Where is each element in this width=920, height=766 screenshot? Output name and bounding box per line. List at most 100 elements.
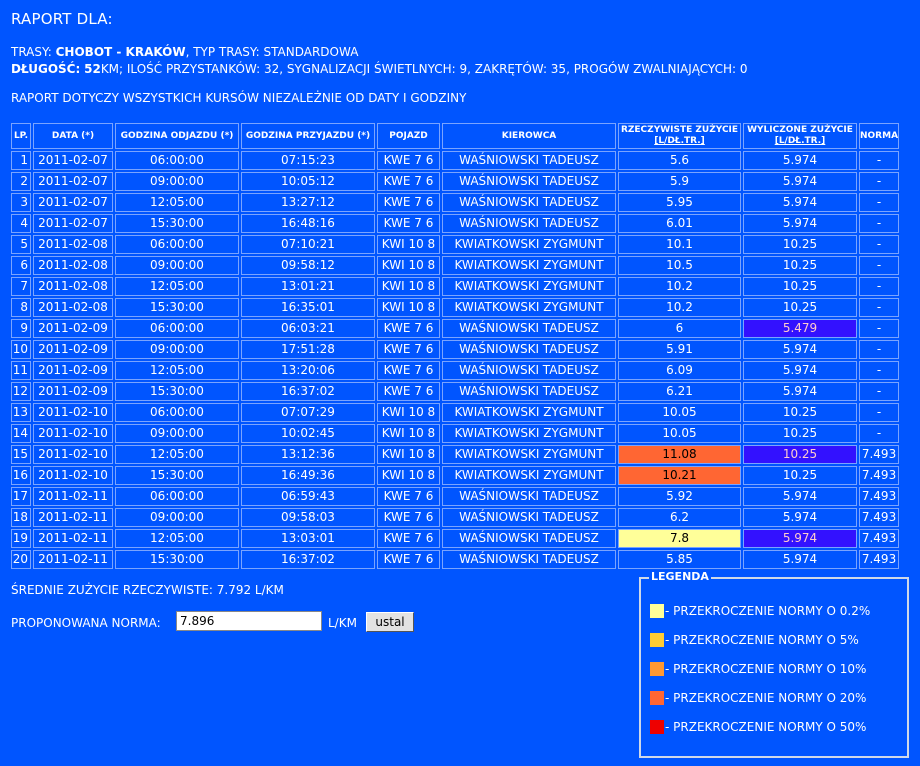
cell-vehicle: KWE 7 6 [377,529,440,548]
cell-norm: - [859,172,900,191]
cell-norm: - [859,319,900,338]
cell-driver: WAŚNIOWSKI TADEUSZ [442,151,616,170]
cell-departure: 09:00:00 [115,172,239,191]
cell-driver: WAŚNIOWSKI TADEUSZ [442,550,616,569]
cell-actual-usage: 10.5 [618,256,741,275]
cell-vehicle: KWE 7 6 [377,550,440,569]
legend-label: - PRZEKROCZENIE NORMY O 10% [665,662,867,676]
cell-calculated-usage: 10.25 [743,277,857,296]
table-row: 8 2011-02-08 15:30:00 16:35:01 KWI 10 8 KWIAT… [11,298,900,317]
legend-swatch [650,632,664,647]
cell-vehicle: KWE 7 6 [377,319,440,338]
table-row: 17 2011-02-11 06:00:00 06:59:43 KWE 7 6 WAŚNI… [11,487,900,506]
legend-label: - PRZEKROCZENIE NORMY O 50% [665,720,867,734]
cell-departure: 15:30:00 [115,466,239,485]
cell-actual-usage: 10.05 [618,424,741,443]
cell-date: 2011-02-10 [33,424,113,443]
cell-departure: 15:30:00 [115,382,239,401]
legend-swatch [650,690,664,705]
col-header-actual-usage-unit: [L/DŁ.TR.] [654,136,705,146]
table-row: 1 2011-02-07 06:00:00 07:15:23 KWE 7 6 WAŚNIO… [11,151,900,170]
col-header-departure: GODZINA ODJAZDU (*) [115,123,239,149]
cell-date: 2011-02-11 [33,508,113,527]
cell-actual-usage: 5.85 [618,550,741,569]
cell-actual-usage: 6 [618,319,741,338]
cell-norm: - [859,193,900,212]
cell-actual-usage: 10.1 [618,235,741,254]
cell-vehicle: KWI 10 8 [377,277,440,296]
cell-date: 2011-02-10 [33,466,113,485]
cell-vehicle: KWE 7 6 [377,214,440,233]
cell-norm: 7.493 [859,445,900,464]
table-row: 2 2011-02-07 09:00:00 10:05:12 KWE 7 6 WAŚNIO… [11,172,900,191]
cell-departure: 06:00:00 [115,319,239,338]
cell-driver: KWIATKOWSKI ZYGMUNT [442,277,616,296]
cell-lp: 16 [11,466,31,485]
cell-departure: 12:05:00 [115,361,239,380]
table-row: 12 2011-02-09 15:30:00 16:37:02 KWE 7 6 WAŚNI… [11,382,900,401]
cell-departure: 12:05:00 [115,277,239,296]
cell-actual-usage: 5.6 [618,151,741,170]
cell-departure: 15:30:00 [115,298,239,317]
cell-lp: 19 [11,529,31,548]
cell-arrival: 06:59:43 [241,487,375,506]
proposed-norm-input[interactable] [176,611,322,631]
cell-calculated-usage: 5.974 [743,361,857,380]
cell-calculated-usage: 10.25 [743,466,857,485]
cell-arrival: 13:27:12 [241,193,375,212]
average-usage: ŚREDNIE ZUŻYCIE RZECZYWISTE: 7.792 L/KM [11,583,284,597]
cell-actual-usage: 10.2 [618,298,741,317]
cell-departure: 09:00:00 [115,256,239,275]
table-row: 7 2011-02-08 12:05:00 13:01:21 KWI 10 8 KWIAT… [11,277,900,296]
cell-calculated-usage: 10.25 [743,403,857,422]
cell-vehicle: KWE 7 6 [377,151,440,170]
table-row: 16 2011-02-10 15:30:00 16:49:36 KWI 10 8 KWIA… [11,466,900,485]
cell-driver: WAŚNIOWSKI TADEUSZ [442,340,616,359]
route-info: TRASY: CHOBOT - KRAKÓW, TYP TRASY: STAND… [11,45,358,59]
legend-swatch [650,661,664,676]
page-title: RAPORT DLA: [11,10,113,28]
col-header-norm: NORMA [859,123,900,149]
legend-item: - PRZEKROCZENIE NORMY O 0.2% [650,603,870,619]
report-table: LP. DATA (*) GODZINA ODJAZDU (*) GODZINA… [9,121,901,571]
cell-actual-usage: 10.05 [618,403,741,422]
cell-actual-usage: 5.95 [618,193,741,212]
table-row: 6 2011-02-08 09:00:00 09:58:12 KWI 10 8 KWIAT… [11,256,900,275]
cell-arrival: 09:58:03 [241,508,375,527]
cell-norm: - [859,277,900,296]
cell-arrival: 10:05:12 [241,172,375,191]
cell-date: 2011-02-09 [33,340,113,359]
cell-date: 2011-02-07 [33,214,113,233]
cell-norm: - [859,256,900,275]
table-row: 14 2011-02-10 09:00:00 10:02:45 KWI 10 8 KWIA… [11,424,900,443]
cell-vehicle: KWI 10 8 [377,298,440,317]
cell-departure: 15:30:00 [115,214,239,233]
cell-vehicle: KWE 7 6 [377,193,440,212]
cell-arrival: 16:35:01 [241,298,375,317]
cell-driver: KWIATKOWSKI ZYGMUNT [442,403,616,422]
legend-box: LEGENDA - PRZEKROCZENIE NORMY O 0.2% - PR… [639,570,909,758]
cell-calculated-usage: 5.974 [743,214,857,233]
cell-date: 2011-02-08 [33,256,113,275]
set-norm-button[interactable]: ustal [366,612,414,632]
cell-lp: 7 [11,277,31,296]
cell-norm: 7.493 [859,529,900,548]
cell-date: 2011-02-11 [33,487,113,506]
cell-calculated-usage: 5.479 [743,319,857,338]
cell-date: 2011-02-07 [33,151,113,170]
cell-departure: 09:00:00 [115,340,239,359]
cell-vehicle: KWI 10 8 [377,403,440,422]
cell-departure: 12:05:00 [115,445,239,464]
col-header-actual-usage: RZECZYWISTE ZUŻYCIE [L/DŁ.TR.] [618,123,741,149]
table-row: 13 2011-02-10 06:00:00 07:07:29 KWI 10 8 KWIA… [11,403,900,422]
cell-actual-usage: 7.8 [618,529,741,548]
cell-departure: 15:30:00 [115,550,239,569]
col-header-calculated-usage-label: WYLICZONE ZUŻYCIE [747,125,853,135]
cell-norm: - [859,340,900,359]
col-header-driver: KIEROWCA [442,123,616,149]
cell-norm: - [859,298,900,317]
legend-item: - PRZEKROCZENIE NORMY O 5% [650,632,859,648]
cell-lp: 11 [11,361,31,380]
cell-lp: 2 [11,172,31,191]
cell-norm: 7.493 [859,508,900,527]
